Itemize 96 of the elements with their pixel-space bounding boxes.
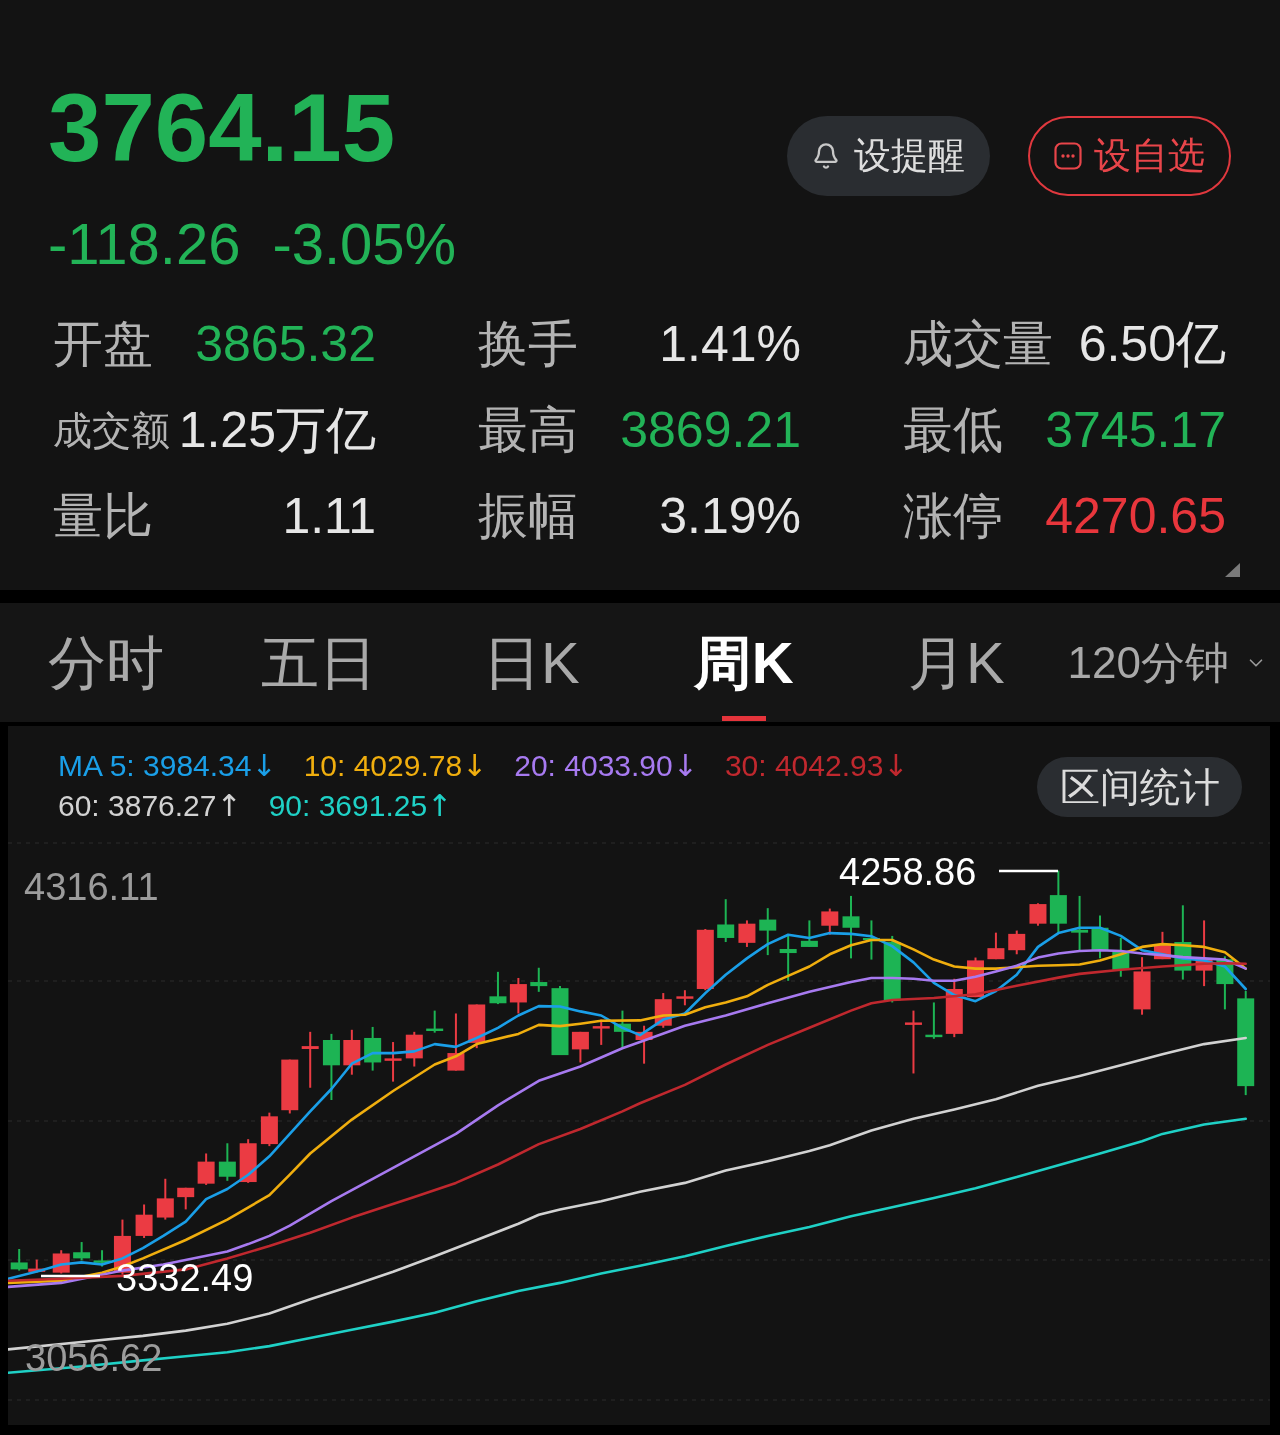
candlestick [447, 1012, 465, 1072]
candlestick [738, 919, 756, 948]
stat-value: 3745.17 [1045, 405, 1226, 455]
stat-label: 最低 [903, 405, 1003, 455]
period-tab[interactable]: 月K [850, 603, 1063, 722]
candlestick [904, 1009, 922, 1075]
corner-triangle-icon[interactable] [1225, 563, 1240, 577]
set-alert-button[interactable]: 设提醒 [787, 116, 990, 196]
moving-average-label: 90: 3691.25↑ [268, 787, 453, 825]
stat-label: 成交额 [53, 410, 170, 450]
candlestick [945, 977, 963, 1039]
period-tab[interactable]: 五日 [212, 603, 425, 722]
low-price-label: 3332.49 [116, 1259, 254, 1297]
tab-underline [721, 716, 766, 721]
candlestick [676, 989, 694, 1007]
period-tab[interactable]: 分时 [0, 603, 213, 722]
candlestick [779, 934, 797, 982]
stat-value: 6.50亿 [1078, 319, 1226, 369]
stat-label: 成交量 [903, 319, 1053, 369]
bell-icon [812, 142, 840, 170]
last-price: 3764.15 [48, 80, 395, 176]
candlestick [1195, 919, 1213, 988]
moving-average-label: 10: 4029.78↓ [303, 747, 488, 785]
candlestick [73, 1241, 91, 1262]
range-stats-button[interactable]: 区间统计 [1037, 757, 1242, 817]
candlestick [800, 919, 818, 948]
interval-dropdown[interactable]: 120分钟 [1062, 603, 1280, 722]
candlestick [135, 1203, 153, 1239]
candlestick [509, 976, 527, 1015]
stat-label: 量比 [53, 491, 153, 541]
candlestick [654, 992, 672, 1029]
ellipsis-square-icon [1054, 142, 1082, 170]
axis-max-label: 4316.11 [24, 868, 159, 906]
stat-value: 4270.65 [1045, 491, 1226, 541]
period-tab[interactable]: 日K [425, 603, 638, 722]
stat-value: 1.25万亿 [178, 405, 376, 455]
candlestick [489, 970, 507, 1006]
candlestick [177, 1186, 195, 1211]
candlestick [1153, 930, 1171, 961]
candlestick [1216, 955, 1234, 1011]
candlestick [613, 1009, 631, 1050]
stat-label: 开盘 [53, 319, 153, 369]
candlestick [551, 985, 569, 1057]
candlestick [1049, 869, 1067, 934]
candlestick [635, 1024, 653, 1065]
candlestick [426, 1009, 444, 1034]
candlestick [384, 1041, 402, 1083]
stat-label: 振幅 [478, 491, 578, 541]
candlestick [759, 907, 777, 957]
candlestick [343, 1028, 361, 1076]
candlestick [717, 898, 735, 944]
stat-value: 1.41% [659, 319, 801, 369]
candlestick [1133, 956, 1151, 1016]
moving-average-label: MA 5: 3984.34↓ [58, 747, 277, 785]
candlestick [1091, 914, 1109, 960]
candlestick [218, 1142, 236, 1182]
moving-average-label: 20: 4033.90↓ [514, 747, 698, 785]
candlestick [405, 1030, 423, 1068]
candlestick [197, 1152, 215, 1186]
candlestick [156, 1177, 174, 1221]
stat-value: 3865.32 [195, 319, 376, 369]
candlestick [322, 1032, 340, 1101]
moving-average-label: 60: 3876.27↑ [58, 787, 242, 825]
moving-average-label: 30: 4042.93↓ [724, 747, 909, 785]
leader-line [999, 869, 1058, 873]
candlestick [468, 1003, 486, 1050]
stat-value: 3869.21 [620, 405, 801, 455]
candlestick [842, 894, 860, 960]
percent-change: -3.05% [272, 215, 457, 273]
stat-value: 3.19% [659, 491, 801, 541]
candlestick [1029, 902, 1047, 927]
candlestick [260, 1111, 278, 1148]
stat-label: 换手 [478, 319, 578, 369]
candlestick [364, 1025, 382, 1072]
candlestick [862, 919, 880, 961]
candlestick [301, 1030, 319, 1089]
candlestick [987, 931, 1005, 961]
candlestick [821, 907, 839, 936]
candlestick [530, 966, 548, 993]
stat-value: 1.11 [282, 491, 376, 541]
price-change: -118.26 [48, 215, 241, 273]
stat-label: 最高 [478, 405, 578, 455]
candlestick [239, 1138, 257, 1184]
candlestick [571, 1030, 589, 1064]
period-tab[interactable]: 周K [637, 603, 850, 722]
candlestick [1008, 929, 1026, 956]
candlestick [696, 928, 714, 992]
candlestick [1112, 936, 1130, 978]
candlestick [925, 1001, 943, 1040]
candlestick [93, 1249, 111, 1268]
add-watchlist-button[interactable]: 设自选 [1028, 116, 1231, 196]
candlestick [281, 1058, 299, 1115]
stat-label: 涨停 [903, 491, 1003, 541]
candlestick [1071, 894, 1089, 952]
high-price-label: 4258.86 [839, 853, 977, 891]
leader-line [41, 1274, 100, 1278]
